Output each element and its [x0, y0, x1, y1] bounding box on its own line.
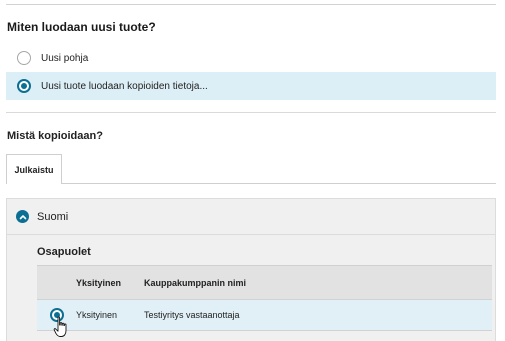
panel-header-suomi[interactable]: Suomi	[7, 199, 495, 235]
parties-table: Yksityinen Kauppakumppanin nimi Yksityin…	[37, 265, 492, 331]
copy-source-question: Mistä kopioidaan?	[7, 130, 103, 142]
chevron-up-icon[interactable]	[16, 210, 29, 223]
product-creation-form: Miten luodaan uusi tuote? Uusi pohja Uus…	[0, 0, 505, 341]
radio-new-template[interactable]	[17, 51, 31, 65]
parties-title: Osapuolet	[37, 246, 91, 258]
option-new-template[interactable]: Uusi pohja	[6, 44, 496, 72]
row-type: Yksityinen	[76, 310, 118, 320]
table-row[interactable]: Yksityinen Testiyritys vastaanottaja	[37, 299, 492, 331]
tabs-baseline	[6, 183, 496, 184]
country-panel: Suomi Osapuolet Yksityinen Kauppakumppan…	[6, 198, 496, 341]
option-copy-product[interactable]: Uusi tuote luodaan kopioiden tietoja...	[6, 72, 496, 100]
section-divider	[6, 112, 496, 113]
header-partner-name: Kauppakumppanin nimi	[144, 277, 247, 288]
radio-copy-product[interactable]	[17, 79, 31, 93]
row-partner-name: Testiyritys vastaanottaja	[144, 310, 240, 320]
table-header: Yksityinen Kauppakumppanin nimi	[37, 265, 492, 299]
tab-published[interactable]: Julkaistu	[6, 154, 62, 184]
panel-title: Suomi	[37, 210, 69, 223]
header-type: Yksityinen	[76, 277, 122, 288]
option-copy-product-label: Uusi tuote luodaan kopioiden tietoja...	[41, 80, 208, 92]
creation-method-question: Miten luodaan uusi tuote?	[7, 20, 156, 34]
option-new-template-label: Uusi pohja	[41, 52, 89, 64]
hand-pointer-icon	[53, 316, 67, 337]
top-divider	[6, 4, 496, 5]
